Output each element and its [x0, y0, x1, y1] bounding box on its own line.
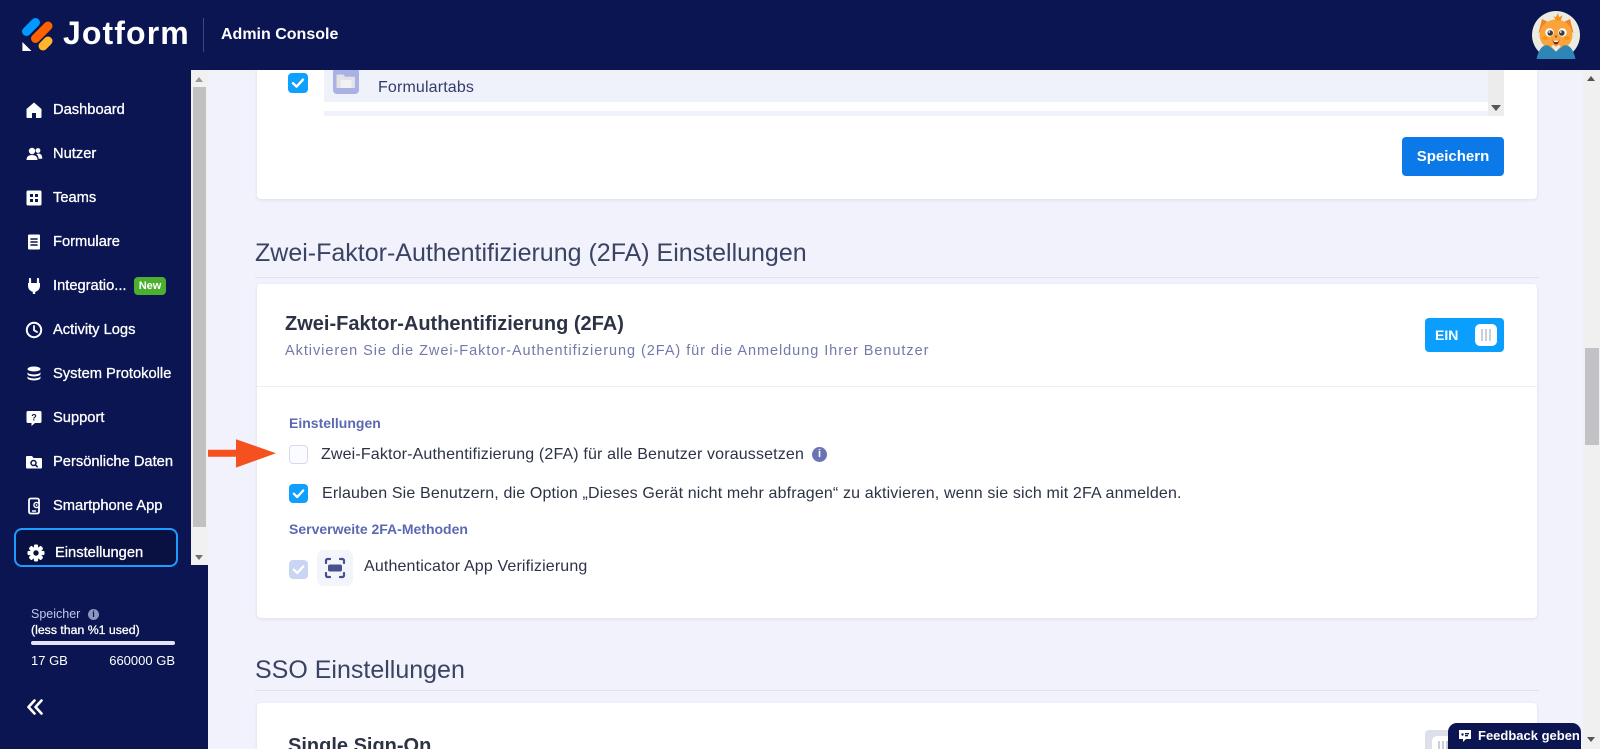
svg-text:?: ? — [31, 413, 37, 423]
